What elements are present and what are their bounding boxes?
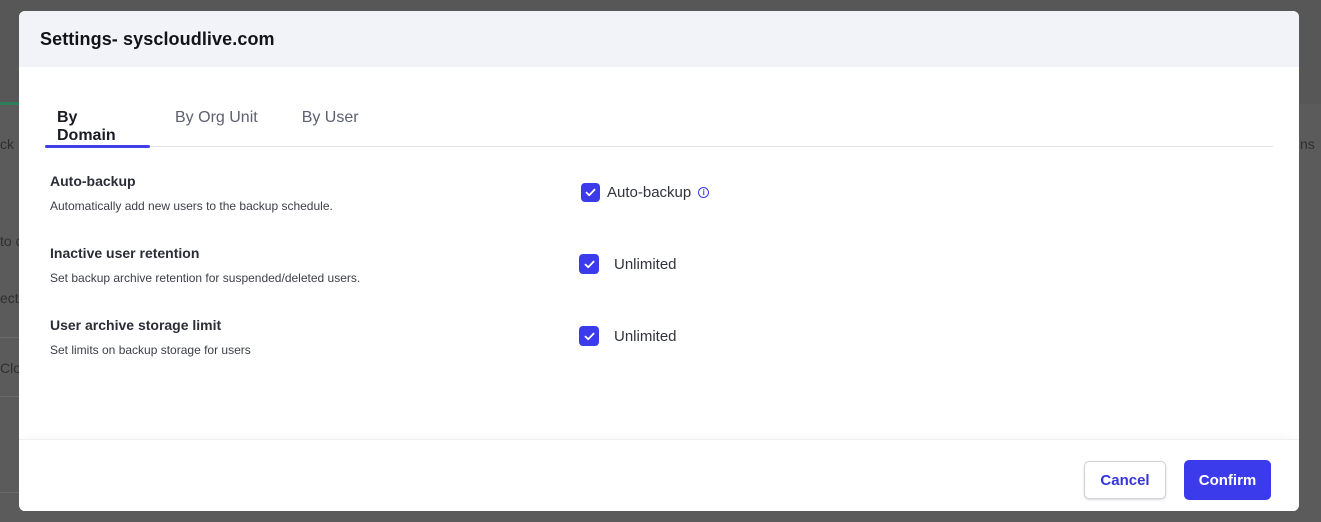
- inactive-retention-label: Unlimited: [614, 255, 677, 273]
- background-text: ns: [1300, 136, 1315, 152]
- background-divider: [0, 396, 20, 397]
- auto-backup-checkbox[interactable]: [581, 183, 600, 202]
- tab-by-org-unit[interactable]: By Org Unit: [163, 99, 270, 147]
- auto-backup-control: Auto-backup i: [581, 183, 710, 202]
- setting-description: Set limits on backup storage for users: [50, 343, 251, 357]
- check-icon: [585, 188, 596, 197]
- setting-title: Inactive user retention: [50, 245, 200, 261]
- storage-limit-control: Unlimited: [579, 326, 677, 346]
- inactive-retention-unlimited-checkbox[interactable]: [579, 254, 599, 274]
- setting-auto-backup: Auto-backup Automatically add new users …: [50, 173, 333, 213]
- cancel-button[interactable]: Cancel: [1084, 461, 1166, 499]
- background-text: Clo: [0, 360, 22, 376]
- confirm-button[interactable]: Confirm: [1184, 460, 1271, 500]
- check-icon: [584, 332, 594, 340]
- setting-description: Automatically add new users to the backu…: [50, 199, 333, 213]
- setting-user-archive-storage-limit: User archive storage limit Set limits on…: [50, 317, 251, 357]
- modal-footer: Cancel Confirm: [19, 439, 1299, 511]
- storage-limit-unlimited-checkbox[interactable]: [579, 326, 599, 346]
- storage-limit-label: Unlimited: [614, 327, 677, 345]
- background-text: ck: [0, 136, 14, 152]
- auto-backup-label: Auto-backup: [607, 184, 692, 201]
- setting-description: Set backup archive retention for suspend…: [50, 271, 361, 285]
- background-active-indicator: [0, 102, 20, 105]
- setting-title: Auto-backup: [50, 173, 136, 189]
- background-text: ect: [0, 290, 19, 306]
- info-icon[interactable]: i: [698, 187, 710, 198]
- modal-header: Settings- syscloudlive.com: [19, 11, 1299, 67]
- tab-label: By Org Unit: [175, 109, 258, 126]
- settings-tabs: By Domain By Org Unit By User: [45, 99, 1273, 148]
- check-icon: [584, 260, 594, 268]
- tab-label: By User: [301, 109, 359, 126]
- inactive-retention-control: Unlimited: [579, 254, 677, 274]
- setting-inactive-user-retention: Inactive user retention Set backup archi…: [50, 245, 360, 285]
- tab-label: By Domain: [57, 109, 116, 144]
- modal-title: Settings- syscloudlive.com: [40, 28, 275, 49]
- settings-modal: Settings- syscloudlive.com By Domain By …: [19, 11, 1299, 511]
- tab-by-user[interactable]: By User: [290, 99, 371, 147]
- tab-by-domain[interactable]: By Domain: [45, 99, 150, 148]
- setting-title: User archive storage limit: [50, 317, 222, 333]
- background-divider: [0, 337, 20, 338]
- background-divider: [0, 492, 20, 493]
